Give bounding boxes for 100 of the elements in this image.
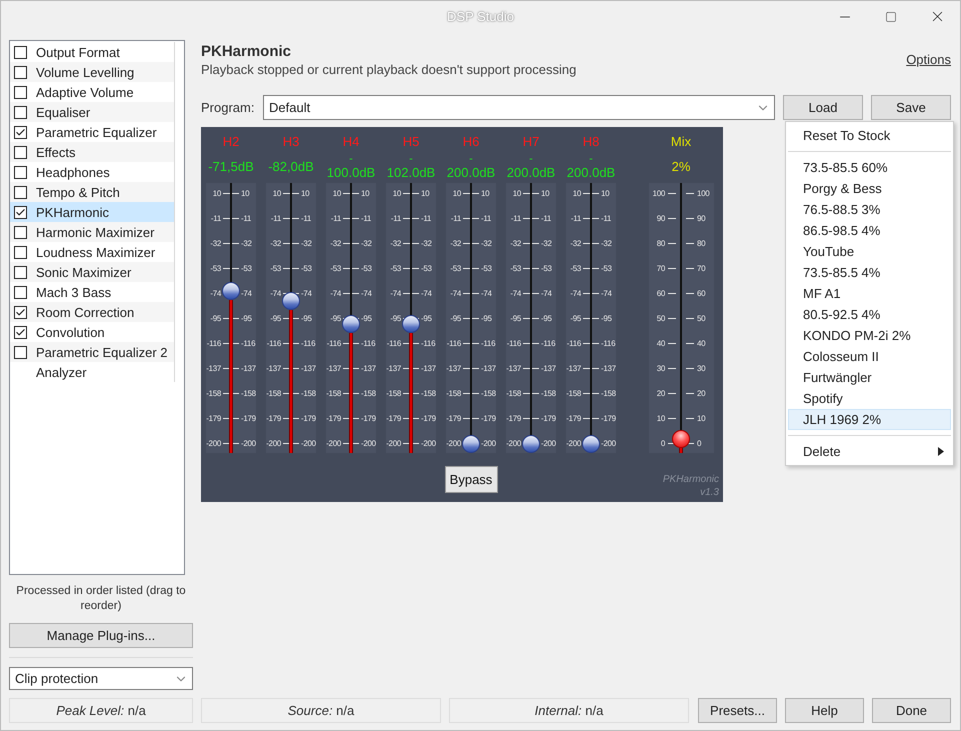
menu-item[interactable]: YouTube xyxy=(788,241,951,262)
scale-label: -11 xyxy=(450,214,461,222)
scale-label: -179 xyxy=(361,414,376,422)
slider-thumb[interactable] xyxy=(672,430,690,448)
checkbox[interactable] xyxy=(14,146,27,158)
checkbox[interactable] xyxy=(14,306,27,318)
clip-protection-select[interactable]: Clip protection xyxy=(9,667,193,690)
scale-label: -95 xyxy=(270,314,281,322)
checkbox[interactable] xyxy=(14,166,27,178)
scale-label: -95 xyxy=(510,314,521,322)
menu-item[interactable]: Porgy & Bess xyxy=(788,178,951,199)
checkbox[interactable] xyxy=(14,286,27,298)
scale-label: -179 xyxy=(601,414,616,422)
scale-label: 10 xyxy=(512,188,521,198)
channel-label: H4 xyxy=(342,135,360,149)
scale-label: -11 xyxy=(210,214,221,222)
scale-label: -137 xyxy=(361,364,376,372)
scale-label: -200 xyxy=(206,438,221,448)
plugin-status: Playback stopped or current playback doesn't support processing xyxy=(201,61,576,79)
slider-thumb[interactable] xyxy=(342,314,360,333)
slider-thumb[interactable] xyxy=(402,314,420,333)
scale-label: -200 xyxy=(506,438,521,448)
scale-label: -32 xyxy=(510,238,521,248)
scale-label: -74 xyxy=(241,288,252,298)
channel-value: 102.0dB xyxy=(386,164,436,180)
load-button[interactable]: Load xyxy=(783,95,863,120)
menu-item[interactable]: Colosseum II xyxy=(788,346,951,367)
menu-item[interactable]: MF A1 xyxy=(788,283,951,304)
slider-thumb[interactable] xyxy=(522,435,540,453)
watermark-text: v1.3 xyxy=(700,486,719,499)
scale-label: -95 xyxy=(330,314,341,322)
scale-label: -11 xyxy=(570,214,581,222)
checkbox[interactable] xyxy=(14,326,27,338)
scale-label: -95 xyxy=(570,314,581,322)
plugin-item[interactable]: Harmonic Maximizer xyxy=(10,222,175,242)
checkbox[interactable] xyxy=(14,86,27,98)
plugin-item[interactable]: PKHarmonic xyxy=(10,202,175,222)
scale-label: -32 xyxy=(601,238,612,248)
plugin-item[interactable]: Equaliser xyxy=(10,102,175,122)
scale-label: 30 xyxy=(656,364,665,372)
scale-label: -32 xyxy=(481,238,492,248)
scale-label: -200 xyxy=(481,438,496,448)
checkbox[interactable] xyxy=(14,346,27,358)
channel-label: H7 xyxy=(522,135,540,149)
plugin-item[interactable]: Sonic Maximizer xyxy=(10,262,175,282)
scale-label: 10 xyxy=(212,188,221,198)
scale-label: 10 xyxy=(601,188,610,198)
scale-label: 10 xyxy=(272,188,281,198)
menu-item[interactable]: Spotify xyxy=(788,388,951,409)
menu-item[interactable]: 80.5-92.5 4% xyxy=(788,304,951,325)
plugin-item[interactable]: Effects xyxy=(10,142,175,162)
channel-note: - xyxy=(409,152,413,164)
plugin-item[interactable]: Room Correction xyxy=(10,302,175,322)
scale-label: -74 xyxy=(481,288,492,298)
plugin-item[interactable]: Parametric Equalizer 2 xyxy=(10,342,175,362)
slider-thumb[interactable] xyxy=(222,282,240,300)
menu-item[interactable]: Delete xyxy=(788,441,951,462)
scale-label: -74 xyxy=(570,288,581,298)
scale-label: -11 xyxy=(330,214,341,222)
checkbox[interactable] xyxy=(14,266,27,278)
menu-item[interactable]: Furtwängler xyxy=(788,367,951,388)
scale-label: -158 xyxy=(386,388,401,398)
menu-item[interactable]: 73.5-85.5 4% xyxy=(788,262,951,283)
bypass-button[interactable]: Bypass xyxy=(444,466,498,492)
checkbox[interactable] xyxy=(14,66,27,78)
slider-thumb[interactable] xyxy=(282,292,300,310)
checkbox[interactable] xyxy=(14,126,27,138)
menu-item[interactable]: JLH 1969 2% xyxy=(788,409,951,430)
scale-label: -158 xyxy=(421,388,436,398)
menu-item[interactable]: 73.5-85.5 60% xyxy=(788,157,951,178)
checkbox[interactable] xyxy=(14,246,27,258)
scale-label: 80 xyxy=(656,238,665,248)
checkbox[interactable] xyxy=(14,46,27,58)
channel-label: H8 xyxy=(582,135,600,149)
plugin-item[interactable]: Tempo & Pitch xyxy=(10,182,175,202)
scale-label: -137 xyxy=(446,364,461,372)
checkbox[interactable] xyxy=(14,106,27,118)
menu-item[interactable]: Reset To Stock xyxy=(788,125,951,146)
channel-value: -71,5dB xyxy=(208,158,254,174)
checkbox[interactable] xyxy=(14,186,27,198)
menu-item[interactable]: 86.5-98.5 4% xyxy=(788,220,951,241)
program-select[interactable]: Default xyxy=(263,95,775,120)
save-button[interactable]: Save xyxy=(871,95,951,120)
footer-button[interactable]: Help xyxy=(785,698,864,723)
options-link[interactable]: Options xyxy=(906,52,951,67)
menu-item[interactable]: KONDO PM-2i 2% xyxy=(788,325,951,346)
checkbox[interactable] xyxy=(14,206,27,218)
scale-label: -95 xyxy=(450,314,461,322)
plugin-item[interactable]: Volume Levelling xyxy=(10,62,175,82)
footer-button[interactable]: Done xyxy=(872,698,951,723)
scale-label: -179 xyxy=(326,414,341,422)
scale-label: -200 xyxy=(386,438,401,448)
scale-label: -137 xyxy=(481,364,496,372)
scale-label: 20 xyxy=(656,388,665,398)
manage-plugins-button[interactable]: Manage Plug-ins... xyxy=(9,623,193,648)
checkbox[interactable] xyxy=(14,226,27,238)
slider-thumb[interactable] xyxy=(462,435,480,453)
slider-thumb[interactable] xyxy=(582,435,600,453)
footer-button[interactable]: Presets... xyxy=(698,698,777,723)
menu-item[interactable]: 76.5-88.5 3% xyxy=(788,199,951,220)
